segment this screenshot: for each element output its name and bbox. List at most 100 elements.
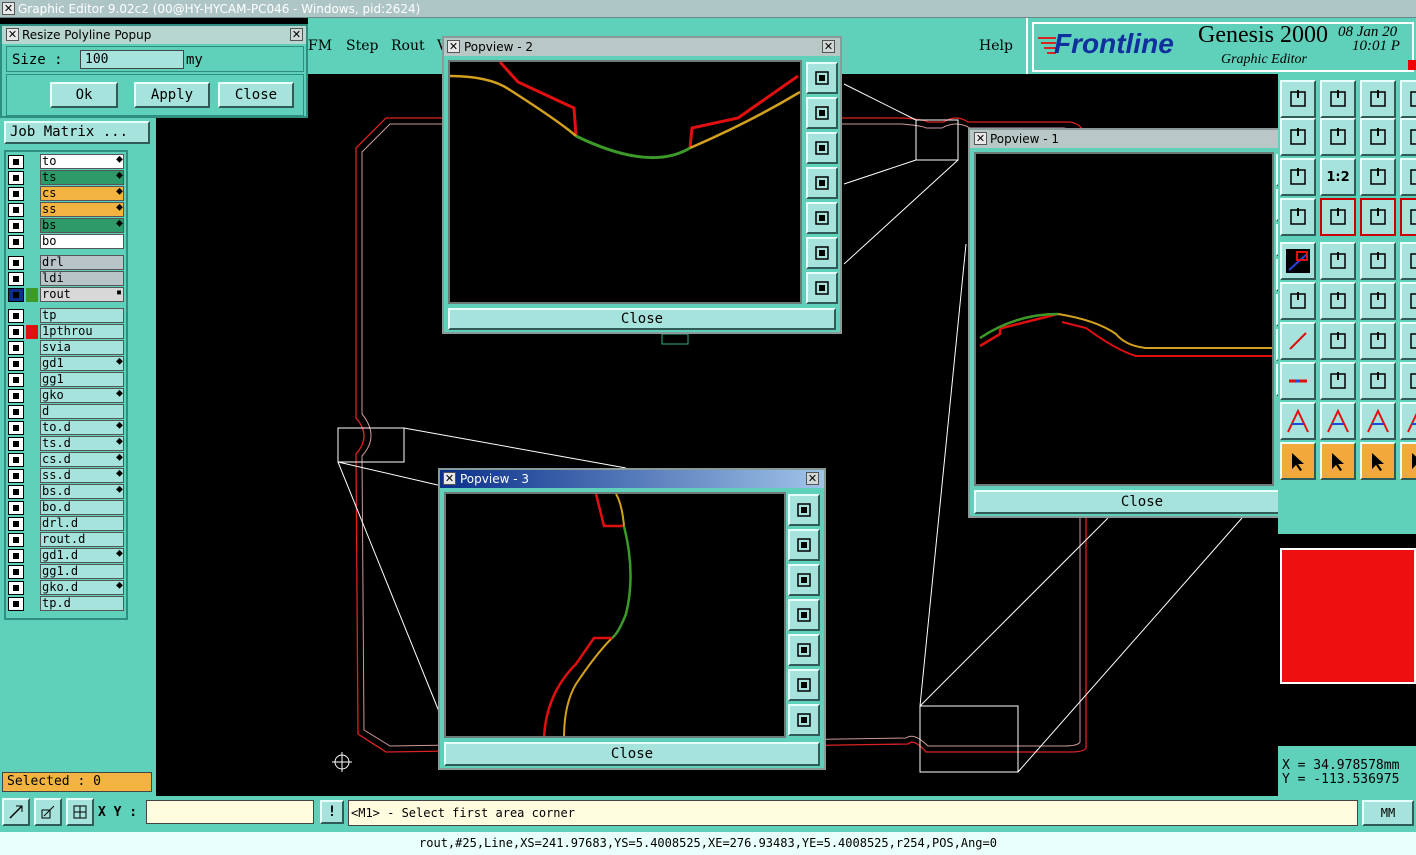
home-up-icon[interactable]	[1280, 80, 1316, 118]
job-matrix-button[interactable]: Job Matrix ...	[4, 121, 150, 144]
menu-fm[interactable]: FM	[308, 38, 332, 54]
layer-name[interactable]: ts	[40, 170, 124, 185]
peak-b-icon[interactable]	[1320, 402, 1356, 440]
pv-zoom-in-icon[interactable]	[788, 704, 820, 736]
layer-name[interactable]: gg1.d	[40, 564, 124, 579]
lock-icon[interactable]	[1400, 198, 1416, 236]
menu-help[interactable]: Help	[979, 38, 1013, 54]
exclaim-button[interactable]: !	[320, 800, 344, 824]
layer-checkbox[interactable]	[8, 219, 24, 233]
swap-icon[interactable]	[1320, 118, 1356, 156]
undo-arc-icon[interactable]	[1320, 322, 1356, 360]
layer-checkbox[interactable]	[8, 235, 24, 249]
pv-zoom-window-icon[interactable]	[806, 62, 838, 94]
layer-row-ss.d[interactable]: ss.d ⬥	[8, 468, 124, 483]
layer-checkbox[interactable]	[8, 288, 24, 302]
pv-zoom-out-icon[interactable]	[806, 237, 838, 269]
ratio-icon[interactable]: 1:2	[1320, 158, 1356, 196]
layer-name[interactable]: to.d	[40, 420, 124, 435]
save-icon[interactable]	[1320, 80, 1356, 118]
page-icon[interactable]	[1400, 118, 1416, 156]
popview-2-close-icon[interactable]: ✕	[822, 40, 835, 53]
pv-pan-down-icon[interactable]	[806, 132, 838, 164]
arc-icon[interactable]	[1360, 282, 1396, 320]
grid-icon[interactable]	[66, 798, 94, 826]
layer-name[interactable]: ss.d	[40, 468, 124, 483]
layer-name[interactable]: rout	[40, 287, 124, 302]
slash-icon[interactable]	[1280, 322, 1316, 360]
pointer-icon[interactable]	[1280, 442, 1316, 480]
layer-row-to.d[interactable]: to.d ⬥	[8, 420, 124, 435]
traffic-icon[interactable]	[1320, 198, 1356, 236]
layer-checkbox[interactable]	[8, 469, 24, 483]
menu-step[interactable]: Step	[346, 38, 378, 54]
layer-row-gko.d[interactable]: gko.d ⬥	[8, 580, 124, 595]
layer-name[interactable]: svia	[40, 340, 124, 355]
cross-icon[interactable]	[1400, 242, 1416, 280]
layer-row-cs.d[interactable]: cs.d ⬥	[8, 452, 124, 467]
pv-pan-right-icon[interactable]	[788, 634, 820, 666]
layer-checkbox[interactable]	[8, 325, 24, 339]
popview-1-close-button[interactable]: Close	[974, 490, 1310, 514]
pointer2-icon[interactable]	[1320, 442, 1356, 480]
pv-zoom-window-icon[interactable]	[788, 494, 820, 526]
ruler-icon[interactable]	[1320, 242, 1356, 280]
layer-name[interactable]: gd1.d	[40, 548, 124, 563]
layer-row-rout[interactable]: rout ▪	[8, 287, 124, 302]
layer-row-to[interactable]: to ⬥	[8, 154, 124, 169]
line-select-icon[interactable]	[1280, 242, 1316, 280]
layer-row-rout.d[interactable]: rout.d	[8, 532, 124, 547]
pv-pan-left-icon[interactable]	[806, 167, 838, 199]
layer-checkbox[interactable]	[8, 357, 24, 371]
layer-name[interactable]: cs	[40, 186, 124, 201]
peak-d-icon[interactable]	[1400, 402, 1416, 440]
pv-zoom-out-icon[interactable]	[788, 669, 820, 701]
menu-rout[interactable]: Rout	[391, 38, 425, 54]
layer-checkbox[interactable]	[8, 155, 24, 169]
dimension-icon[interactable]	[1320, 362, 1356, 400]
pv-pan-down-icon[interactable]	[788, 564, 820, 596]
layer-checkbox[interactable]	[8, 421, 24, 435]
layer-name[interactable]: ldi	[40, 271, 124, 286]
layer-row-d[interactable]: d	[8, 404, 124, 419]
layer-name[interactable]: ss	[40, 202, 124, 217]
house-icon[interactable]	[1360, 80, 1396, 118]
measure-icon[interactable]	[1400, 158, 1416, 196]
layer-checkbox[interactable]	[8, 256, 24, 270]
layer-row-gko[interactable]: gko ⬥	[8, 388, 124, 403]
layer-checkbox[interactable]	[8, 597, 24, 611]
layer-name[interactable]: tp	[40, 308, 124, 323]
cross-mark-icon[interactable]	[1280, 282, 1316, 320]
traffic2-icon[interactable]	[1360, 198, 1396, 236]
layer-name[interactable]: gd1	[40, 356, 124, 371]
pv-pan-up-icon[interactable]	[788, 529, 820, 561]
layer-name[interactable]: ts.d	[40, 436, 124, 451]
units-button[interactable]: MM	[1362, 800, 1414, 826]
peak-a-icon[interactable]	[1280, 402, 1316, 440]
layer-name[interactable]: drl	[40, 255, 124, 270]
key-icon[interactable]	[1360, 362, 1396, 400]
layer-name[interactable]: gko	[40, 388, 124, 403]
layer-name[interactable]: cs.d	[40, 452, 124, 467]
layer-row-gd1[interactable]: gd1 ⬥	[8, 356, 124, 371]
layer-row-gg1.d[interactable]: gg1.d	[8, 564, 124, 579]
layer-name[interactable]: bo.d	[40, 500, 124, 515]
layer-checkbox[interactable]	[8, 405, 24, 419]
zoom-fit-icon[interactable]	[2, 798, 30, 826]
import-icon[interactable]	[1280, 118, 1316, 156]
layer-checkbox[interactable]	[8, 389, 24, 403]
minus-icon[interactable]	[1280, 362, 1316, 400]
layer-checkbox[interactable]	[8, 501, 24, 515]
layer-row-svia[interactable]: svia	[8, 340, 124, 355]
popview-2-close-button[interactable]: Close	[448, 308, 836, 330]
layer-checkbox[interactable]	[8, 533, 24, 547]
move2-icon[interactable]	[1360, 158, 1396, 196]
tree-icon[interactable]	[1360, 442, 1396, 480]
circle-icon[interactable]	[1360, 242, 1396, 280]
pv-zoom-in-icon[interactable]	[806, 272, 838, 304]
layer-checkbox[interactable]	[8, 453, 24, 467]
layer-row-gd1.d[interactable]: gd1.d ⬥	[8, 548, 124, 563]
layer-name[interactable]: gko.d	[40, 580, 124, 595]
layer-row-ss[interactable]: ss ⬥	[8, 202, 124, 217]
layer-checkbox[interactable]	[8, 341, 24, 355]
